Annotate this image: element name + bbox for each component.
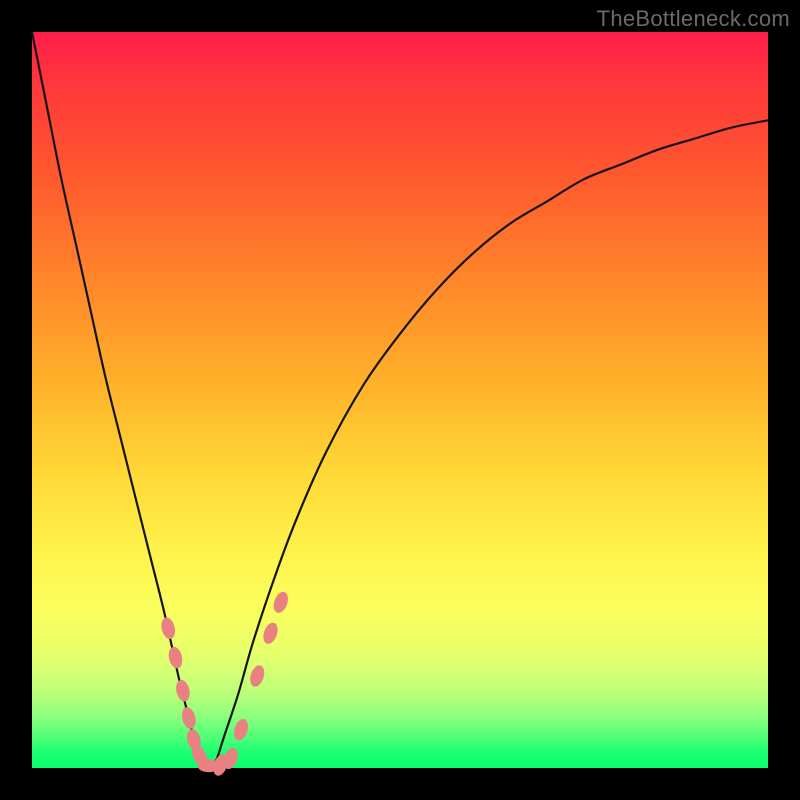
curve-marker <box>180 706 198 730</box>
curve-marker <box>261 621 281 646</box>
curve-markers <box>159 590 290 778</box>
plot-area <box>32 32 768 768</box>
watermark-text: TheBottleneck.com <box>597 6 790 32</box>
chart-container: TheBottleneck.com <box>0 0 800 800</box>
curve-marker <box>174 679 192 703</box>
curve-layer <box>32 32 768 768</box>
bottleneck-curve <box>32 32 768 768</box>
curve-marker <box>271 590 291 615</box>
curve-marker <box>232 717 251 742</box>
curve-marker <box>167 645 185 669</box>
curve-marker <box>248 664 267 689</box>
curve-marker <box>159 616 177 640</box>
